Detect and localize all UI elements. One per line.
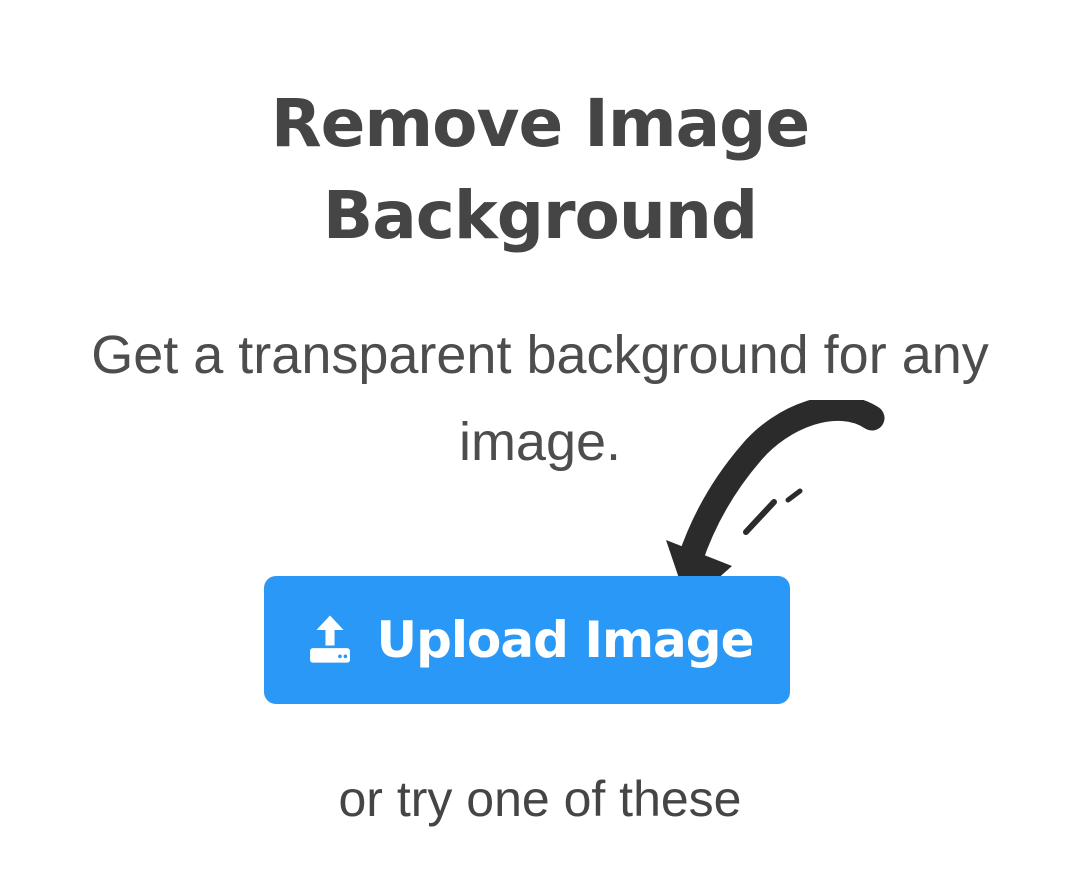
- page-title-line-2: Background: [322, 177, 758, 254]
- upload-icon: [309, 615, 350, 663]
- page-title-line-1: Remove Image: [270, 85, 810, 162]
- page-subtitle: Get a transparent background for any ima…: [0, 312, 1080, 486]
- upload-button-label: Upload Image: [376, 611, 755, 669]
- page-subtitle-line-2: image.: [458, 412, 622, 472]
- page: Remove Image Background Get a transparen…: [0, 0, 1080, 895]
- upload-image-button[interactable]: Upload Image: [264, 576, 790, 704]
- page-subtitle-line-1: Get a transparent background for any: [91, 325, 989, 385]
- page-title: Remove Image Background: [0, 78, 1080, 262]
- alternate-prompt: or try one of these: [338, 771, 742, 827]
